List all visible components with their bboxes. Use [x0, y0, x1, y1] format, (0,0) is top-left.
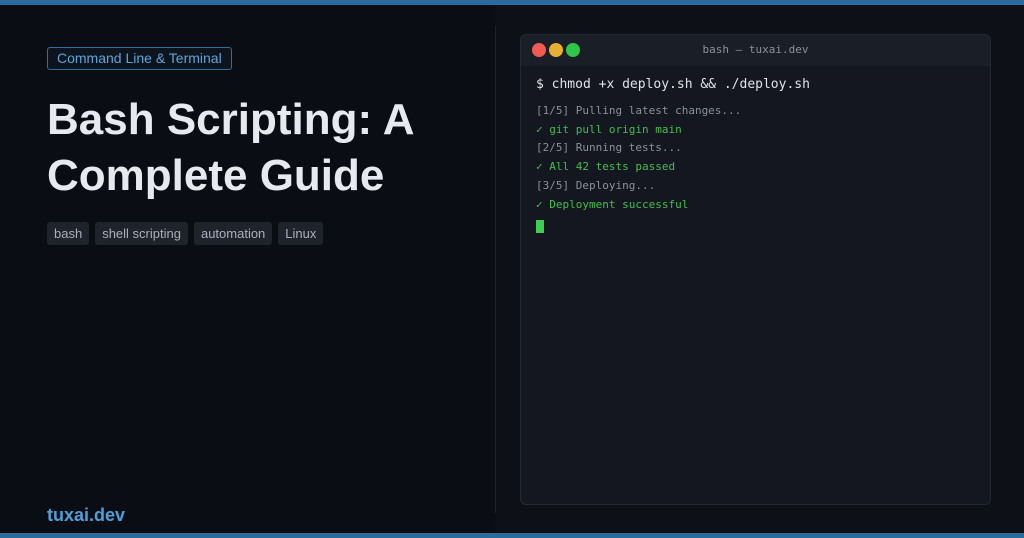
tag-list: bash shell scripting automation Linux [47, 222, 324, 245]
terminal-output-line: ✓ git pull origin main [536, 122, 682, 136]
page-title: Bash Scripting: A Complete Guide [47, 95, 413, 200]
left-panel [0, 5, 495, 533]
panel-divider [495, 26, 496, 513]
terminal-window: bash — tuxai.dev $ chmod +x deploy.sh &&… [520, 34, 991, 505]
tag-bash: bash [47, 222, 90, 245]
tag-linux: Linux [278, 222, 324, 245]
terminal-body: $ chmod +x deploy.sh && ./deploy.sh [1/5… [536, 77, 980, 234]
terminal-command: $ chmod +x deploy.sh && ./deploy.sh [536, 77, 810, 92]
terminal-title-bar: bash — tuxai.dev [521, 35, 990, 66]
terminal-output-line: ✓ All 42 tests passed [536, 160, 676, 174]
tag-shell-scripting: shell scripting [95, 222, 188, 245]
terminal-output-line: ✓ Deployment successful [536, 197, 689, 211]
terminal-output-line: [3/5] Deploying... [536, 178, 656, 192]
terminal-output-line: [1/5] Pulling latest changes... [536, 104, 742, 117]
terminal-title: bash — tuxai.dev [702, 43, 809, 56]
category-badge: Command Line & Terminal [47, 47, 232, 70]
tag-automation: automation [193, 222, 273, 245]
brand-logo: tuxai.dev [47, 505, 126, 525]
terminal-cursor-icon [536, 220, 544, 234]
terminal-output-line: [2/5] Running tests... [536, 141, 682, 155]
bottom-accent-bar [0, 533, 1024, 538]
